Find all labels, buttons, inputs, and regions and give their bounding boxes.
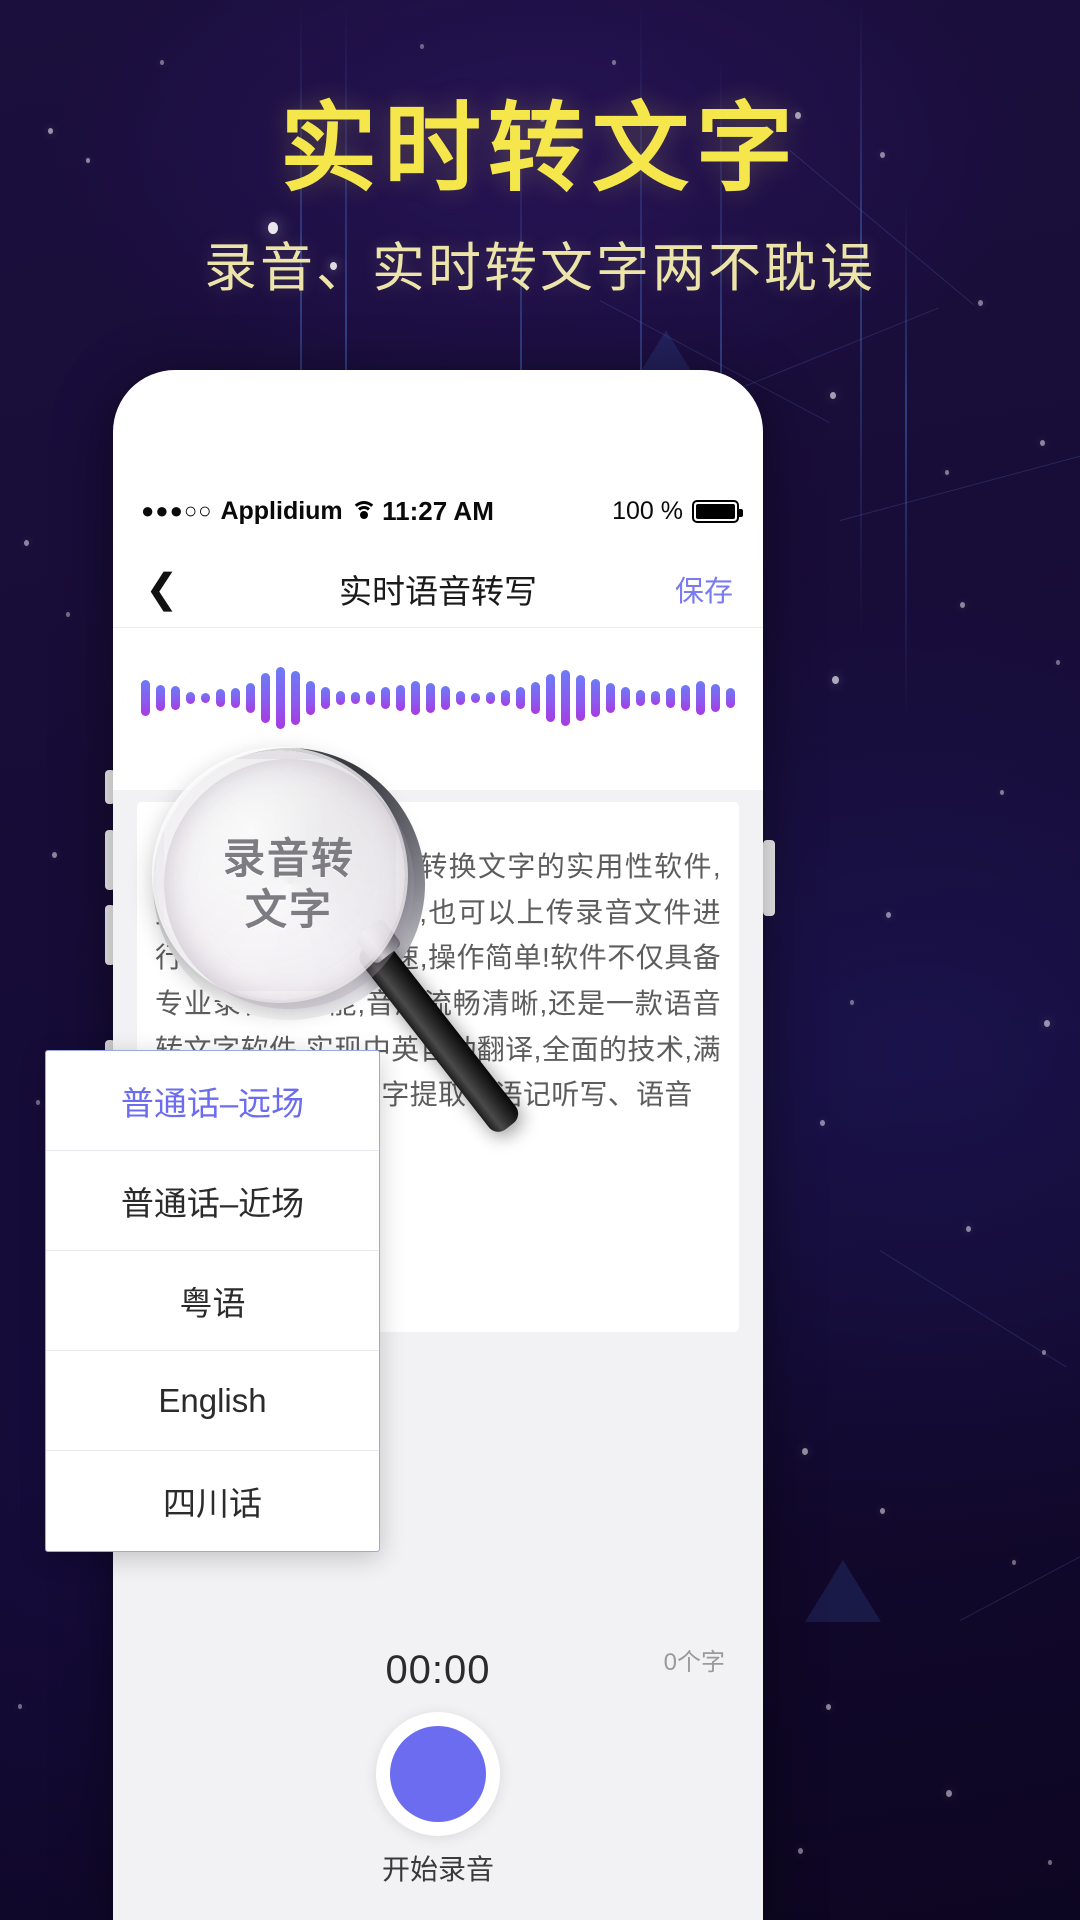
- waveform-bar: [141, 680, 150, 716]
- bg-star: [886, 912, 891, 918]
- bg-star: [612, 60, 616, 65]
- bg-star: [1042, 1350, 1046, 1355]
- bg-star: [802, 1448, 808, 1455]
- waveform-bar: [411, 681, 420, 715]
- bg-star: [1012, 1560, 1016, 1565]
- waveform-bar: [186, 692, 195, 704]
- language-option-4[interactable]: 四川话: [46, 1451, 379, 1551]
- waveform-bar: [711, 684, 720, 712]
- language-dropdown[interactable]: 普通话–远场 普通话–近场 粤语 English 四川话: [45, 1050, 380, 1552]
- waveform-bar: [726, 688, 735, 708]
- bg-star: [1000, 790, 1004, 795]
- bg-star: [880, 1508, 885, 1514]
- record-button[interactable]: [376, 1712, 500, 1836]
- waveform-bar: [231, 688, 240, 708]
- page-subtitle: 录音、实时转文字两不耽误: [204, 237, 876, 299]
- waveform-bar: [456, 691, 465, 705]
- bg-network-line: [960, 1526, 1080, 1621]
- bg-star: [960, 602, 965, 608]
- status-bar: ●●●○○ Applidium 11:27 AM 100 %: [113, 488, 763, 534]
- audio-waveform: [113, 658, 763, 738]
- waveform-bar: [336, 691, 345, 705]
- bg-star: [820, 1120, 825, 1126]
- bg-star: [420, 44, 424, 49]
- bg-star: [52, 852, 57, 858]
- bg-star: [24, 540, 29, 546]
- nav-bar: ❮ 实时语音转写 保存: [113, 550, 763, 628]
- bg-star: [1056, 660, 1060, 665]
- waveform-bar: [516, 687, 525, 709]
- language-option-0[interactable]: 普通话–远场: [46, 1051, 379, 1151]
- waveform-bar: [561, 670, 570, 726]
- bg-star: [826, 1704, 831, 1710]
- waveform-bar: [636, 690, 645, 706]
- battery-icon: [692, 499, 743, 523]
- waveform-bar: [681, 685, 690, 711]
- waveform-bar: [606, 683, 615, 713]
- waveform-bar: [246, 683, 255, 713]
- bg-star: [1044, 1020, 1050, 1027]
- recorder-footer: 00:00 0个字 开始录音: [113, 1630, 763, 1920]
- bg-star: [830, 392, 836, 399]
- bg-star: [160, 60, 164, 65]
- waveform-bar: [291, 671, 300, 725]
- waveform-bar: [531, 682, 540, 714]
- waveform-bar: [576, 675, 585, 721]
- waveform-bar: [471, 693, 480, 703]
- waveform-bar: [306, 681, 315, 715]
- waveform-bar: [396, 685, 405, 711]
- language-option-1[interactable]: 普通话–近场: [46, 1151, 379, 1251]
- language-option-2[interactable]: 粤语: [46, 1251, 379, 1351]
- bg-network-line: [840, 442, 1080, 521]
- waveform-bar: [486, 692, 495, 704]
- waveform-bar: [351, 692, 360, 704]
- waveform-bar: [366, 691, 375, 705]
- status-bar-time: 11:27 AM: [382, 495, 494, 526]
- bg-star: [798, 1848, 803, 1854]
- waveform-bar: [381, 687, 390, 709]
- bg-star: [850, 1000, 854, 1005]
- bg-star: [1048, 1860, 1052, 1865]
- page-title: 实时转文字: [280, 92, 800, 205]
- waveform-bar: [621, 687, 630, 709]
- bg-star: [18, 1704, 22, 1709]
- bg-triangle: [805, 1560, 881, 1622]
- nav-title: 实时语音转写: [339, 572, 537, 610]
- waveform-bar: [651, 691, 660, 705]
- bg-star: [36, 1100, 40, 1105]
- bg-star: [945, 470, 949, 475]
- waveform-bar: [441, 686, 450, 710]
- waveform-bar: [666, 688, 675, 708]
- waveform-bar: [156, 685, 165, 711]
- recording-timer: 00:00: [385, 1648, 491, 1692]
- language-option-3[interactable]: English: [46, 1351, 379, 1451]
- promo-headline: 实时转文字 录音、实时转文字两不耽误: [0, 98, 1080, 302]
- bg-star: [832, 676, 839, 685]
- waveform-bar: [261, 673, 270, 723]
- word-count-label: 0个字: [663, 1649, 725, 1676]
- waveform-bar: [501, 690, 510, 706]
- waveform-bar: [426, 683, 435, 713]
- bg-star: [1040, 440, 1045, 446]
- bg-light-beam: [860, 0, 862, 640]
- bg-network-line: [879, 1250, 1067, 1368]
- waveform-bar: [321, 687, 330, 709]
- record-button-dot: [390, 1726, 486, 1822]
- record-button-label: 开始录音: [381, 1854, 494, 1885]
- waveform-bar: [591, 679, 600, 717]
- waveform-bar: [696, 681, 705, 715]
- bg-star: [946, 1790, 952, 1797]
- waveform-bar: [276, 667, 285, 729]
- waveform-bar: [171, 686, 180, 710]
- bg-star: [66, 612, 70, 617]
- waveform-bar: [216, 689, 225, 707]
- phone-side-button: [763, 840, 775, 916]
- waveform-bar: [201, 693, 210, 703]
- bg-star: [966, 1226, 971, 1232]
- waveform-bar: [546, 674, 555, 722]
